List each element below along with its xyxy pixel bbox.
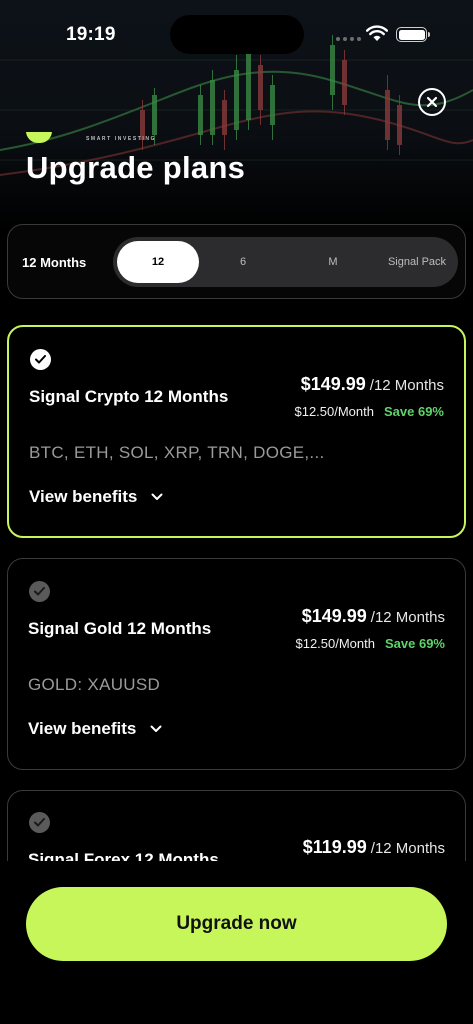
plan-sub-row: $12.50/Month Save 69% <box>294 404 444 419</box>
save-badge: Save 69% <box>385 636 445 651</box>
plan-sub-row: $12.50/Month Save 69% <box>295 636 445 651</box>
close-button[interactable] <box>418 88 446 116</box>
bottom-action-area: Upgrade now <box>0 861 473 1024</box>
battery-icon <box>396 27 430 42</box>
upgrade-now-button[interactable]: Upgrade now <box>26 887 447 961</box>
plan-period: /12 Months <box>370 840 445 857</box>
view-benefits-label: View benefits <box>29 487 138 506</box>
plan-card-gold[interactable]: Signal Gold 12 Months $149.99 /12 Months… <box>7 558 466 770</box>
plan-card-forex[interactable]: Signal Forex 12 Months $119.99 /12 Month… <box>7 790 466 861</box>
chevron-down-icon <box>150 725 162 732</box>
plan-card-crypto[interactable]: Signal Crypto 12 Months $149.99 /12 Mont… <box>7 325 466 538</box>
app-logo: SMART INVESTING <box>26 132 156 146</box>
plan-name: Signal Crypto 12 Months <box>29 387 229 406</box>
check-icon <box>29 812 50 833</box>
plan-price-row: $149.99 /12 Months <box>302 606 445 627</box>
wifi-icon <box>366 25 388 41</box>
segment-option-m[interactable]: M <box>293 241 373 283</box>
plan-price-row: $149.99 /12 Months <box>301 374 444 395</box>
view-benefits-label: View benefits <box>28 719 137 738</box>
plan-period: /12 Months <box>369 377 444 394</box>
plan-name: Signal Forex 12 Months <box>28 850 219 861</box>
plan-assets: BTC, ETH, SOL, XRP, TRN, DOGE,... <box>29 443 325 462</box>
segment-option-12[interactable]: 12 <box>117 241 199 283</box>
close-icon <box>426 96 438 108</box>
view-benefits-button[interactable]: View benefits <box>29 487 163 507</box>
logo-mark <box>26 132 52 143</box>
dynamic-island <box>170 15 304 54</box>
plan-price: $119.99 <box>302 837 367 857</box>
segment-track: 12 6 M Signal Pack <box>113 237 458 287</box>
save-badge: Save 69% <box>384 404 444 419</box>
page-title: Upgrade plans <box>26 150 246 185</box>
plans-list[interactable]: Signal Crypto 12 Months $149.99 /12 Mont… <box>0 315 473 861</box>
segment-option-6[interactable]: 6 <box>203 241 283 283</box>
plan-assets: GOLD: XAUUSD <box>28 675 161 694</box>
cellular-signal-icon <box>336 37 361 41</box>
check-icon <box>29 581 50 602</box>
plan-name: Signal Gold 12 Months <box>28 619 212 638</box>
status-time: 19:19 <box>66 24 116 45</box>
logo-tagline: SMART INVESTING <box>86 136 157 142</box>
plan-price: $149.99 <box>300 374 366 394</box>
selected-duration-label: 12 Months <box>22 255 87 270</box>
plan-per-month: $12.50/Month <box>294 404 374 419</box>
plan-period: /12 Months <box>370 609 445 626</box>
chevron-down-icon <box>151 493 163 500</box>
plan-price: $149.99 <box>301 606 367 626</box>
segment-option-signal-pack[interactable]: Signal Pack <box>377 241 457 283</box>
plan-duration-selector: 12 Months 12 6 M Signal Pack <box>7 224 466 299</box>
view-benefits-button[interactable]: View benefits <box>28 719 162 739</box>
plan-per-month: $12.50/Month <box>295 636 375 651</box>
status-bar: 19:19 <box>0 0 473 70</box>
check-icon <box>30 349 51 370</box>
plan-price-row: $119.99 /12 Months <box>303 837 445 858</box>
